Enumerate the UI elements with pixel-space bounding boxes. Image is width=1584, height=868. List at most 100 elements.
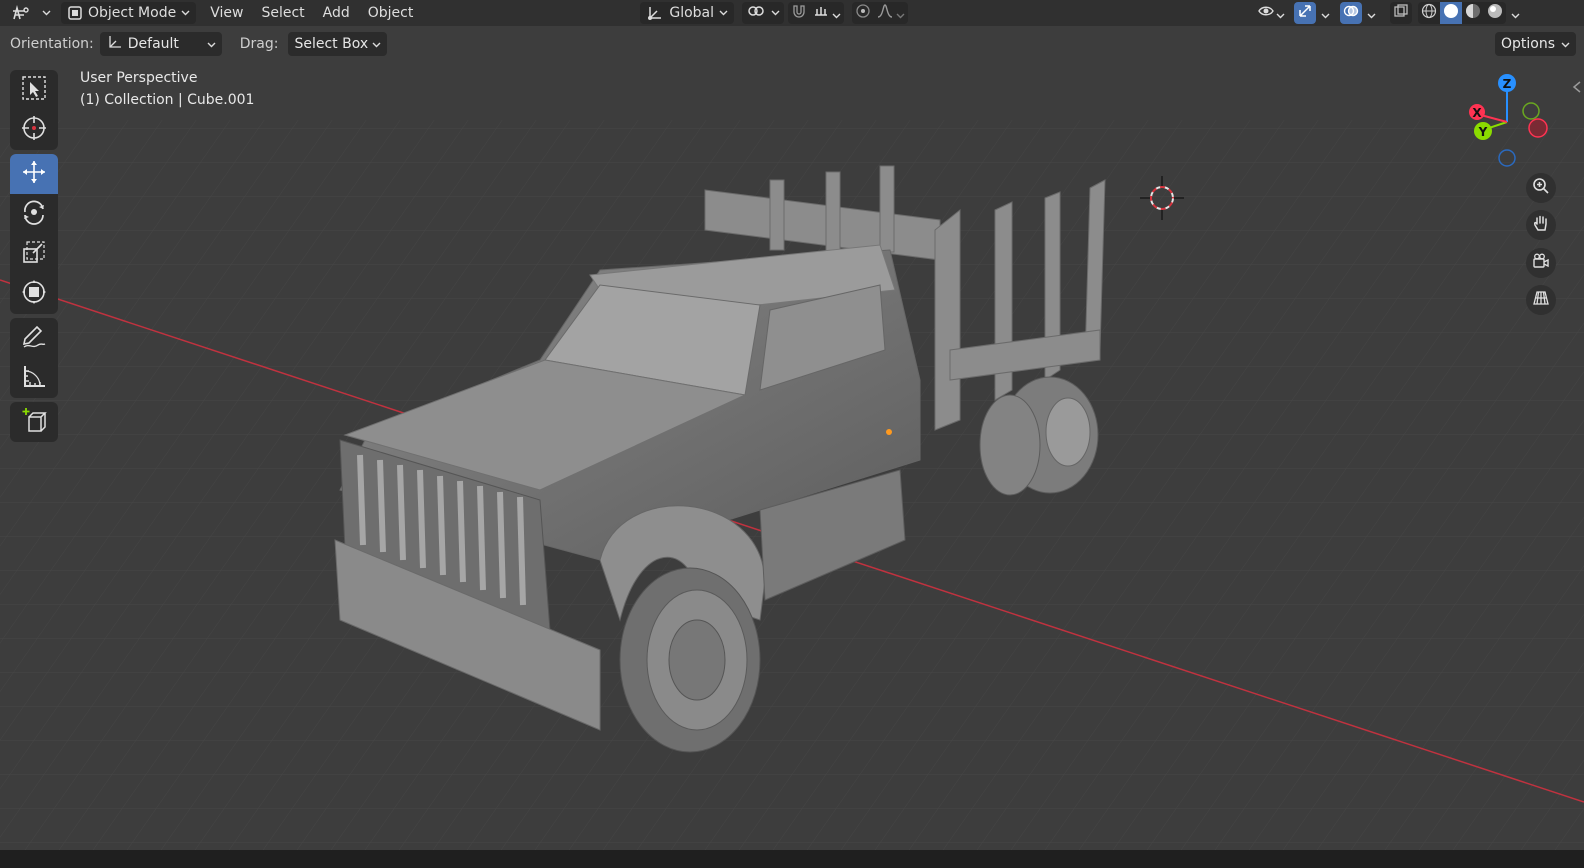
zoom-button[interactable] <box>1526 173 1556 203</box>
menu-view[interactable]: View <box>204 2 249 24</box>
tool-rotate[interactable] <box>10 194 58 234</box>
rotate-icon <box>21 199 47 229</box>
proportional-editing-toggle[interactable] <box>852 2 875 24</box>
hand-icon <box>1532 214 1550 236</box>
tool-cursor[interactable] <box>10 110 58 150</box>
options-dropdown[interactable]: Options <box>1494 32 1576 56</box>
snap-target-dropdown[interactable] <box>810 2 845 24</box>
pencil-icon <box>21 323 47 353</box>
tool-scale[interactable] <box>10 234 58 274</box>
shading-wireframe[interactable] <box>1418 2 1441 24</box>
orientation-axes-icon <box>106 34 122 54</box>
solid-sphere-icon <box>1443 3 1459 23</box>
overlays-dropdown[interactable] <box>1362 2 1380 24</box>
material-sphere-icon <box>1465 3 1481 23</box>
gizmo-dropdown[interactable] <box>1316 2 1334 24</box>
move-arrows-icon <box>21 159 47 189</box>
object-mode-icon <box>67 5 83 21</box>
tool-add-cube[interactable] <box>10 402 58 442</box>
chevron-down-icon <box>1561 36 1570 52</box>
drag-value: Select Box <box>294 36 369 52</box>
mode-dropdown[interactable]: Object Mode <box>61 2 197 24</box>
viewport-scene[interactable]: Z X Y <box>0 60 1584 850</box>
menu-add[interactable]: Add <box>317 2 356 24</box>
shading-solid[interactable] <box>1440 2 1463 24</box>
pivot-icon <box>746 3 766 23</box>
gizmo-neg-x-axis[interactable] <box>1528 118 1548 138</box>
chevron-down-icon <box>1321 4 1330 23</box>
overlays-toggle[interactable] <box>1340 2 1363 24</box>
chevron-down-icon <box>832 4 841 23</box>
shading-dropdown[interactable] <box>1506 2 1524 24</box>
object-info: (1) Collection | Cube.001 <box>80 92 255 108</box>
proportional-edit-icon <box>855 3 871 23</box>
mode-label: Object Mode <box>88 5 177 21</box>
editor-type-icon <box>12 5 32 21</box>
select-box-icon <box>21 75 47 105</box>
orientation-label: Global <box>669 5 715 21</box>
chevron-down-icon <box>771 10 780 16</box>
pan-button[interactable] <box>1526 210 1556 240</box>
editor-type-button[interactable] <box>8 2 55 24</box>
camera-icon <box>1532 252 1550 274</box>
overlays-icon <box>1343 3 1359 23</box>
gizmo-z-label: Z <box>1503 77 1512 91</box>
chevron-down-icon <box>896 4 905 23</box>
3d-viewport[interactable]: Z X Y User Perspective (1) Collection | … <box>0 60 1584 850</box>
options-label: Options <box>1500 36 1555 52</box>
ruler-icon <box>21 363 47 393</box>
origin-dot <box>886 429 892 435</box>
chevron-down-icon <box>372 36 381 52</box>
shading-material[interactable] <box>1462 2 1485 24</box>
drag-label: Drag: <box>239 36 279 52</box>
cursor-icon <box>21 115 47 145</box>
status-bar <box>0 850 1584 868</box>
orientation-axes-icon <box>646 5 664 21</box>
camera-view-button[interactable] <box>1526 248 1556 278</box>
eye-icon <box>1257 3 1276 23</box>
tool-annotate[interactable] <box>10 318 58 358</box>
viewport-header: Object Mode View Select Add Object Globa… <box>0 0 1584 26</box>
proportional-falloff-dropdown[interactable] <box>874 2 909 24</box>
orientation-dropdown[interactable]: Default <box>99 32 222 56</box>
wireframe-sphere-icon <box>1421 3 1437 23</box>
transform-icon <box>21 279 47 309</box>
snap-toggle[interactable] <box>788 2 811 24</box>
menu-object[interactable]: Object <box>362 2 420 24</box>
add-cube-icon <box>21 407 47 437</box>
orientation-label: Orientation: <box>10 36 94 52</box>
tool-settings-bar: Orientation: Default Drag: Select Box Op… <box>0 29 1584 59</box>
perspective-grid-icon <box>1532 289 1550 311</box>
chevron-down-icon <box>719 10 728 16</box>
tool-measure[interactable] <box>10 358 58 398</box>
toolbar <box>10 70 58 442</box>
chevron-down-icon <box>42 10 51 16</box>
visibility-dropdown[interactable] <box>1254 2 1288 24</box>
rendered-sphere-icon <box>1487 3 1503 23</box>
menu-select[interactable]: Select <box>255 2 310 24</box>
shading-rendered[interactable] <box>1484 2 1507 24</box>
chevron-down-icon <box>181 10 190 16</box>
transform-orientation-dropdown[interactable]: Global <box>640 2 735 24</box>
tool-transform[interactable] <box>10 274 58 314</box>
drag-dropdown[interactable]: Select Box <box>288 32 388 56</box>
tool-select-box[interactable] <box>10 70 58 110</box>
chevron-down-icon <box>207 36 216 52</box>
xray-icon <box>1393 3 1409 23</box>
perspective-toggle-button[interactable] <box>1526 285 1556 315</box>
pivot-point-dropdown[interactable] <box>742 2 785 24</box>
scale-icon <box>21 239 47 269</box>
gizmo-toggle[interactable] <box>1294 2 1317 24</box>
falloff-curve-icon <box>877 3 893 23</box>
orientation-value: Default <box>127 36 179 52</box>
chevron-down-icon <box>1276 4 1285 23</box>
magnet-icon <box>791 3 807 23</box>
xray-toggle[interactable] <box>1390 2 1413 24</box>
tool-move[interactable] <box>10 154 58 194</box>
snap-increment-icon <box>813 3 829 23</box>
zoom-icon <box>1532 177 1550 199</box>
chevron-down-icon <box>1511 4 1520 23</box>
gizmo-icon <box>1297 3 1313 23</box>
chevron-down-icon <box>1367 4 1376 23</box>
view-name: User Perspective <box>80 70 198 86</box>
